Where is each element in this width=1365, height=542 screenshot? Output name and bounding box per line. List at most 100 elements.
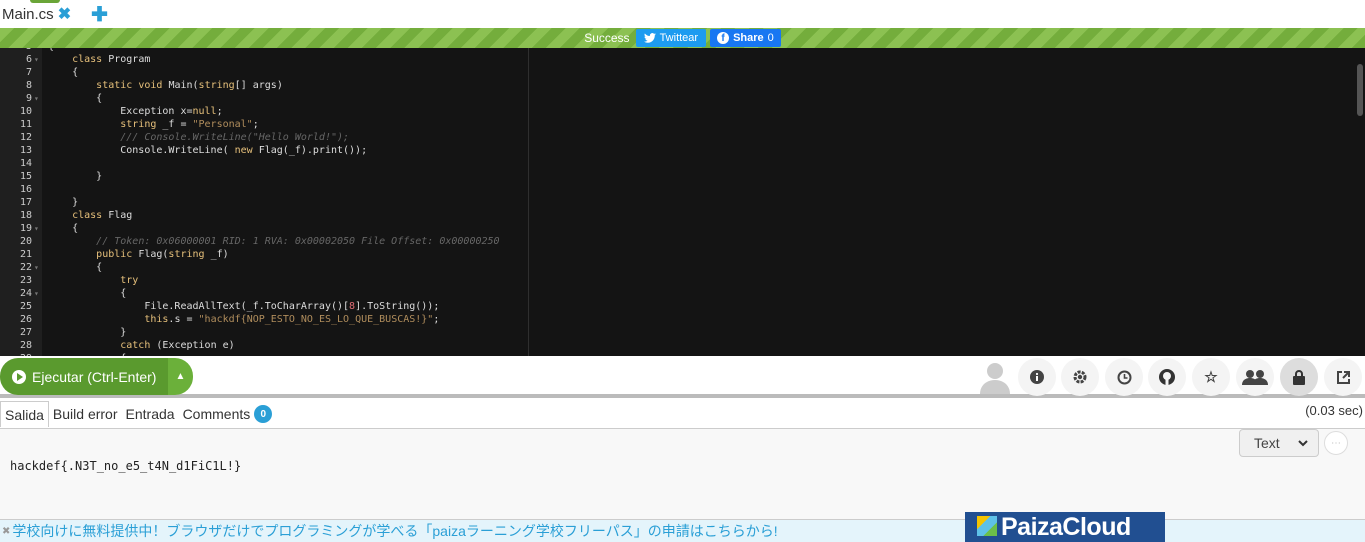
facebook-share-button[interactable]: f Share 0: [710, 29, 781, 47]
code-line[interactable]: 9 ▾ {: [0, 92, 102, 105]
fold-icon[interactable]: ▾: [34, 222, 42, 235]
run-label: Ejecutar (Ctrl-Enter): [32, 368, 157, 385]
line-number: 24: [19, 288, 32, 299]
tab-build-error[interactable]: Build error: [49, 401, 122, 427]
twitter-icon: [643, 33, 656, 43]
play-icon: [12, 369, 26, 384]
close-icon[interactable]: ✖: [58, 4, 71, 24]
twitter-share-button[interactable]: Twittear: [635, 29, 707, 47]
line-number: 26: [19, 314, 32, 325]
code-line[interactable]: 7 {: [0, 66, 78, 79]
line-number: 18: [19, 210, 32, 221]
code-text: {: [48, 288, 127, 299]
tab-input-label: Entrada: [125, 406, 175, 422]
code-line[interactable]: 23 try: [0, 274, 138, 287]
scroll-thumb[interactable]: [1357, 64, 1363, 116]
code-text: class Program: [72, 54, 151, 65]
tab-build-error-label: Build error: [52, 406, 118, 422]
line-number: 15: [19, 171, 32, 182]
tab-comments[interactable]: Comments 0: [179, 401, 277, 427]
line-number: 14: [19, 158, 32, 169]
promo-text[interactable]: 学校向けに無料提供中！ブラウザだけでプログラミングが学べる「paizaラーニング…: [12, 521, 777, 541]
code-line[interactable]: 6 ▾ class Program: [0, 53, 150, 66]
share-icon[interactable]: [1324, 358, 1362, 396]
file-tab-bar: Main.cs ✖ ✚: [0, 0, 1365, 28]
expand-output-button[interactable]: ⋯: [1324, 431, 1348, 455]
status-text: Success: [584, 31, 630, 45]
code-line[interactable]: 13 Console.WriteLine( new Flag(_f).print…: [0, 144, 367, 157]
code-line[interactable]: 20 // Token: 0x06000001 RID: 1 RVA: 0x00…: [0, 235, 500, 248]
code-line[interactable]: 28 catch (Exception e): [0, 339, 235, 352]
close-icon[interactable]: ✖: [2, 526, 10, 537]
code-text: // Token: 0x06000001 RID: 1 RVA: 0x00002…: [96, 236, 500, 247]
github-icon[interactable]: [1148, 358, 1186, 396]
comments-count-badge: 0: [254, 405, 273, 423]
code-line[interactable]: 21 public Flag(string _f): [0, 248, 229, 261]
line-number: 27: [19, 327, 32, 338]
code-line[interactable]: 17 }: [0, 196, 78, 209]
action-toolbar: Ejecutar (Ctrl-Enter) ▲ ☆: [0, 356, 1365, 398]
facebook-icon: f: [717, 32, 730, 44]
code-text: File.ReadAllText(_f.ToCharArray()[8].ToS…: [48, 301, 440, 312]
code-line[interactable]: 27 }: [0, 326, 126, 339]
fold-icon[interactable]: ▾: [34, 261, 42, 274]
code-line[interactable]: 10 Exception x=null;: [0, 105, 223, 118]
code-line[interactable]: 14: [0, 157, 42, 170]
code-line[interactable]: 24 ▾ {: [0, 287, 126, 300]
tab-label: Main.cs: [2, 5, 54, 23]
code-text: }: [48, 197, 79, 208]
line-number: 16: [19, 184, 32, 195]
lock-icon[interactable]: [1280, 358, 1318, 396]
line-number: 22: [19, 262, 32, 273]
paizacloud-banner[interactable]: PaizaCloud: [965, 512, 1165, 542]
code-line[interactable]: 12 /// Console.WriteLine("Hello World!")…: [0, 131, 349, 144]
tab-comments-label: Comments: [182, 406, 251, 422]
gear-icon[interactable]: [1061, 358, 1099, 396]
code-text: catch (Exception e): [120, 340, 235, 351]
code-text: {: [48, 67, 79, 78]
code-line[interactable]: 15 }: [0, 170, 102, 183]
code-text: /// Console.WriteLine("Hello World!");: [120, 132, 350, 143]
run-options-caret[interactable]: ▲: [168, 358, 193, 395]
code-editor[interactable]: 5{6▾ class Program7 {8 static void Main(…: [0, 48, 1365, 356]
code-text: }: [48, 171, 103, 182]
info-icon[interactable]: [1018, 358, 1056, 396]
line-number: 12: [19, 132, 32, 143]
code-text: public Flag(string _f): [96, 249, 229, 260]
code-line[interactable]: 11 string _f = "Personal";: [0, 118, 259, 131]
output-mode-value: Text: [1254, 435, 1280, 451]
code-line[interactable]: 22 ▾ {: [0, 261, 102, 274]
code-line[interactable]: 25 File.ReadAllText(_f.ToCharArray()[8].…: [0, 300, 439, 313]
code-line[interactable]: 18 class Flag: [0, 209, 132, 222]
fold-icon[interactable]: ▾: [34, 287, 42, 300]
editor-scrollbar[interactable]: [1355, 48, 1365, 356]
code-text: class Flag: [72, 210, 133, 221]
line-number: 11: [19, 119, 32, 130]
users-icon[interactable]: [1236, 358, 1274, 396]
tab-input[interactable]: Entrada: [122, 401, 179, 427]
line-number: 8: [25, 80, 32, 91]
twitter-label: Twittear: [659, 32, 699, 44]
code-line[interactable]: 19 ▾ {: [0, 222, 78, 235]
code-text: static void Main(string[] args): [96, 80, 283, 91]
tab-output[interactable]: Salida: [0, 401, 49, 427]
star-icon[interactable]: ☆: [1192, 358, 1230, 396]
code-line[interactable]: 16: [0, 183, 42, 196]
output-mode-select[interactable]: Text: [1239, 429, 1319, 457]
line-number: 10: [19, 106, 32, 117]
add-tab-icon[interactable]: ✚: [91, 2, 108, 27]
code-line[interactable]: 8 static void Main(string[] args): [0, 79, 283, 92]
line-number: 9: [25, 93, 32, 104]
tab-main-cs[interactable]: Main.cs ✖: [0, 0, 71, 28]
line-number: 7: [25, 67, 32, 78]
fold-icon[interactable]: ▾: [34, 92, 42, 105]
run-button[interactable]: Ejecutar (Ctrl-Enter): [0, 358, 168, 395]
history-icon[interactable]: [1105, 358, 1143, 396]
code-line[interactable]: 26 this.s = "hackdf{NOP_ESTO_NO_ES_LO_QU…: [0, 313, 439, 326]
facebook-label: Share: [733, 32, 764, 44]
avatar[interactable]: [978, 360, 1012, 394]
chevron-down-icon: [1298, 439, 1308, 446]
output-tabs: Salida Build error Entrada Comments 0: [0, 401, 1365, 427]
facebook-count: 0: [767, 32, 774, 44]
fold-icon[interactable]: ▾: [34, 53, 42, 66]
